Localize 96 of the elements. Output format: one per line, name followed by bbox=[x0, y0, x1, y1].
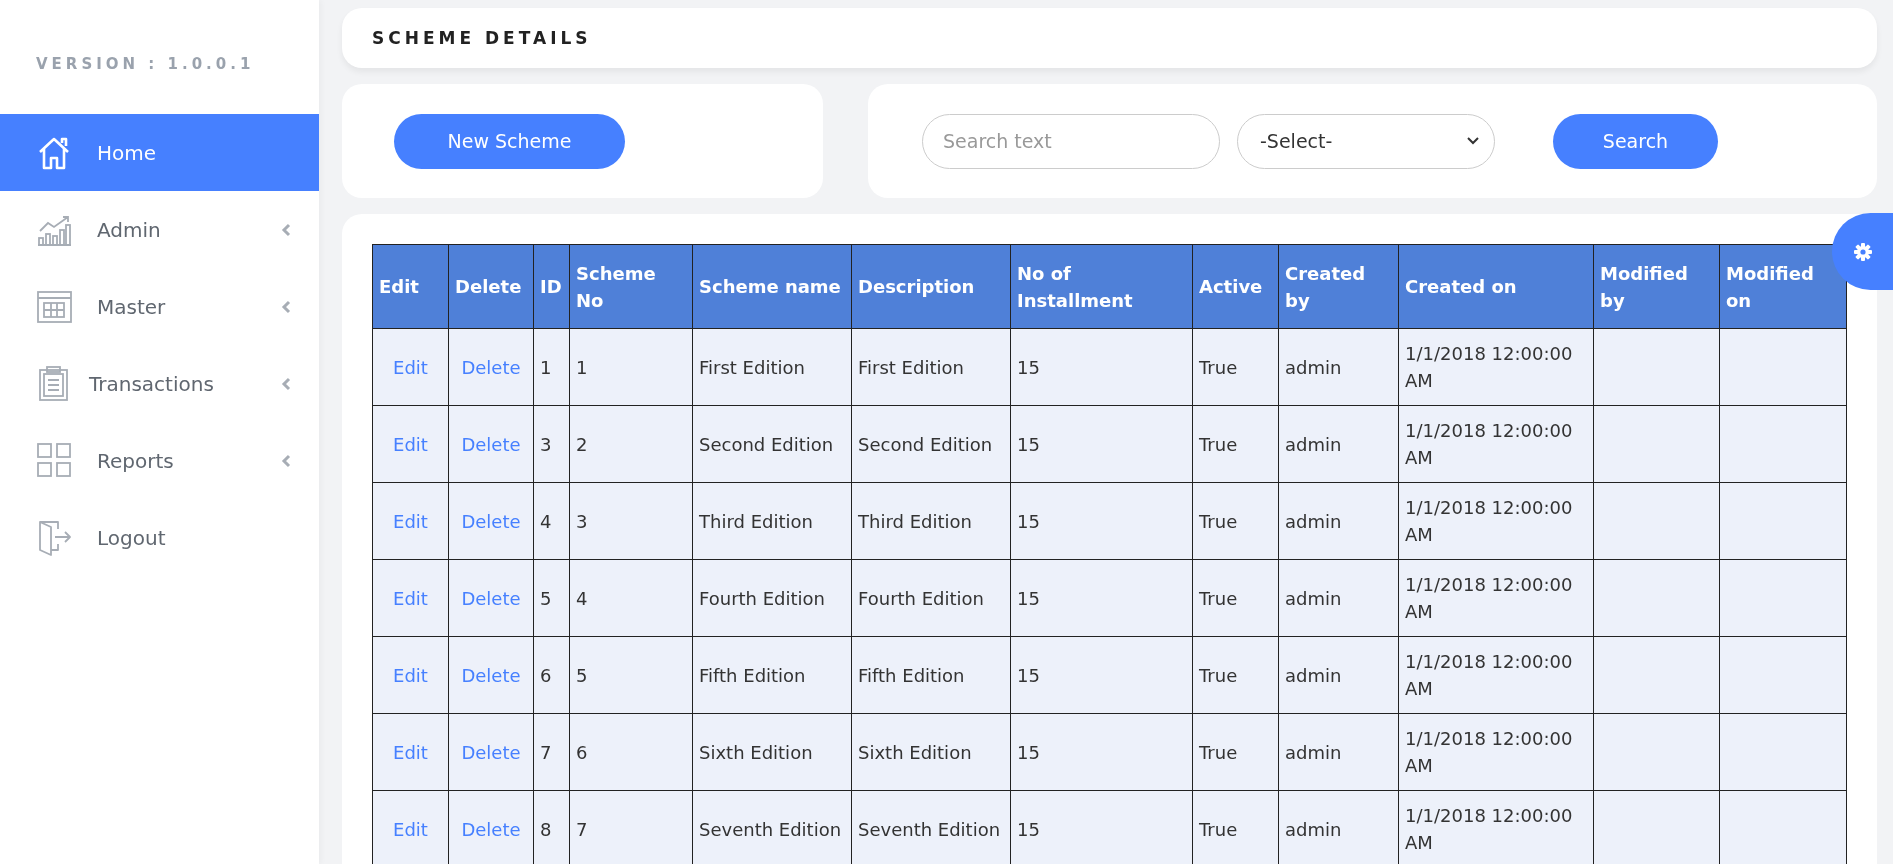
table-cell: 8 bbox=[533, 790, 570, 864]
table-cell: 4 bbox=[533, 482, 570, 560]
version-label: VERSION : 1.0.0.1 bbox=[36, 55, 255, 75]
table-cell: 6 bbox=[569, 713, 693, 791]
table-cell: True bbox=[1192, 636, 1279, 714]
search-field[interactable]: Search text bbox=[922, 113, 1220, 169]
page-title: SCHEME DETAILS bbox=[372, 28, 592, 48]
table-cell: 5 bbox=[569, 636, 693, 714]
column-header: Description bbox=[851, 244, 1011, 329]
table-cell: admin bbox=[1278, 405, 1399, 483]
table-cell: Fifth Edition bbox=[692, 636, 852, 714]
table-cell: 1/1/2018 12:00:00 AM bbox=[1398, 713, 1594, 791]
grid-squares-icon bbox=[36, 442, 73, 479]
column-header: Active bbox=[1192, 244, 1279, 329]
table-cell: True bbox=[1192, 790, 1279, 864]
sidebar-item[interactable]: Admin bbox=[0, 191, 319, 268]
table-cell: 3 bbox=[533, 405, 570, 483]
table-cell: True bbox=[1192, 405, 1279, 483]
table-cell: admin bbox=[1278, 482, 1399, 560]
table-cell: 6 bbox=[533, 636, 570, 714]
table-cell: Fourth Edition bbox=[692, 559, 852, 637]
table-cell: Third Edition bbox=[851, 482, 1011, 560]
table-cell: Seventh Edition bbox=[692, 790, 852, 864]
table-cell: 15 bbox=[1010, 482, 1193, 560]
table-cell: 7 bbox=[569, 790, 693, 864]
table-cell: True bbox=[1192, 482, 1279, 560]
delete-link[interactable]: Delete bbox=[461, 741, 521, 763]
table-cell: Second Edition bbox=[851, 405, 1011, 483]
table-cell: 3 bbox=[569, 482, 693, 560]
column-header: Scheme name bbox=[692, 244, 852, 329]
table-cell: 1 bbox=[569, 328, 693, 406]
table-cell: 1/1/2018 12:00:00 AM bbox=[1398, 328, 1594, 406]
table-cell: 1/1/2018 12:00:00 AM bbox=[1398, 559, 1594, 637]
table-cell: True bbox=[1192, 559, 1279, 637]
table-cell: 15 bbox=[1010, 328, 1193, 406]
edit-link[interactable]: Edit bbox=[393, 587, 428, 609]
table-cell: 1/1/2018 12:00:00 AM bbox=[1398, 790, 1594, 864]
table-cell: Sixth Edition bbox=[692, 713, 852, 791]
table-cell: Fourth Edition bbox=[851, 559, 1011, 637]
table-cell: Fifth Edition bbox=[851, 636, 1011, 714]
table-cell: Second Edition bbox=[692, 405, 852, 483]
table-cell: True bbox=[1192, 713, 1279, 791]
table-cell: 15 bbox=[1010, 713, 1193, 791]
table-cell: 15 bbox=[1010, 790, 1193, 864]
table-cell: 5 bbox=[533, 559, 570, 637]
table-cell: admin bbox=[1278, 790, 1399, 864]
table-cell: admin bbox=[1278, 328, 1399, 406]
table-cell: Third Edition bbox=[692, 482, 852, 560]
delete-link[interactable]: Delete bbox=[461, 356, 521, 378]
table-cell: admin bbox=[1278, 713, 1399, 791]
edit-link[interactable]: Edit bbox=[393, 510, 428, 532]
delete-link[interactable]: Delete bbox=[461, 510, 521, 532]
column-header: Created on bbox=[1398, 244, 1594, 329]
sidebar-item[interactable]: Transactions bbox=[0, 345, 319, 422]
table-cell: admin bbox=[1278, 636, 1399, 714]
column-header: Scheme No bbox=[569, 244, 693, 329]
delete-link[interactable]: Delete bbox=[461, 664, 521, 686]
column-header: ID bbox=[533, 244, 570, 329]
chevron-down-icon bbox=[1466, 136, 1480, 146]
column-header: Modified by bbox=[1593, 244, 1720, 329]
table-cell: First Edition bbox=[692, 328, 852, 406]
sidebar-item[interactable]: Reports bbox=[0, 422, 319, 499]
new-scheme-button[interactable]: New Scheme bbox=[394, 113, 625, 169]
column-header: Delete bbox=[448, 244, 534, 329]
sidebar-item[interactable]: Master bbox=[0, 268, 319, 345]
edit-link[interactable]: Edit bbox=[393, 741, 428, 763]
table-cell: 1/1/2018 12:00:00 AM bbox=[1398, 482, 1594, 560]
table-cell: Sixth Edition bbox=[851, 713, 1011, 791]
delete-link[interactable]: Delete bbox=[461, 433, 521, 455]
edit-link[interactable]: Edit bbox=[393, 356, 428, 378]
table-cell: 1/1/2018 12:00:00 AM bbox=[1398, 636, 1594, 714]
edit-link[interactable]: Edit bbox=[393, 818, 428, 840]
column-header: Modified on bbox=[1719, 244, 1847, 329]
column-header: No of Installment bbox=[1010, 244, 1193, 329]
edit-link[interactable]: Edit bbox=[393, 664, 428, 686]
table-cell: 1 bbox=[533, 328, 570, 406]
column-header: Created by bbox=[1278, 244, 1399, 329]
column-header: Edit bbox=[372, 244, 449, 329]
calendar-grid-icon bbox=[36, 288, 73, 325]
sidebar-item[interactable]: Logout bbox=[0, 499, 319, 576]
table-cell: 15 bbox=[1010, 559, 1193, 637]
sidebar-item[interactable]: Home bbox=[0, 114, 319, 191]
table-cell: 2 bbox=[569, 405, 693, 483]
delete-link[interactable]: Delete bbox=[461, 587, 521, 609]
table-cell: admin bbox=[1278, 559, 1399, 637]
table-cell: 7 bbox=[533, 713, 570, 791]
door-exit-icon bbox=[36, 519, 73, 556]
table-cell: True bbox=[1192, 328, 1279, 406]
table-cell: 15 bbox=[1010, 636, 1193, 714]
table-cell: 4 bbox=[569, 559, 693, 637]
search-button[interactable]: Search bbox=[1553, 113, 1718, 169]
table-cell: Seventh Edition bbox=[851, 790, 1011, 864]
table-cell: 1/1/2018 12:00:00 AM bbox=[1398, 405, 1594, 483]
table-cell: 15 bbox=[1010, 405, 1193, 483]
table-cell: First Edition bbox=[851, 328, 1011, 406]
edit-link[interactable]: Edit bbox=[393, 433, 428, 455]
